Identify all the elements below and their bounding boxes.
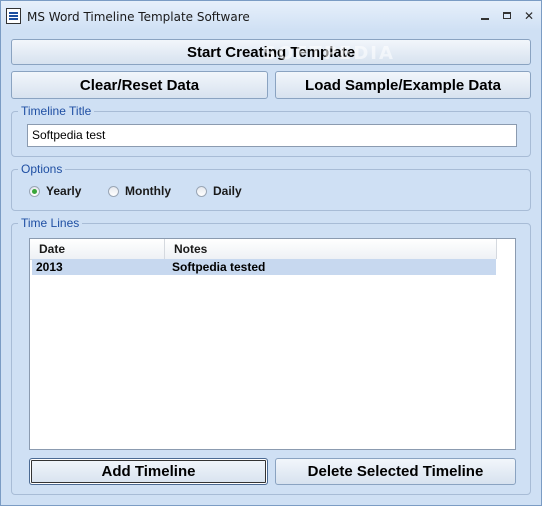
list-header: Date Notes [30,239,497,260]
radio-daily-circle[interactable] [196,185,207,197]
window-title: MS Word Timeline Template Software [27,10,250,24]
load-sample-button[interactable]: Load Sample/Example Data [275,71,531,99]
timeline-title-group: Timeline Title Softpedia test [11,104,531,157]
options-label: Options [18,162,66,176]
word-document-icon[interactable] [6,8,21,24]
radio-monthly-label: Monthly [125,184,171,198]
minimize-icon[interactable] [475,7,495,25]
app-window: MS Word Timeline Template Software ✕ Sta… [0,0,542,506]
delete-selected-timeline-button[interactable]: Delete Selected Timeline [275,458,516,485]
radio-monthly-circle[interactable] [108,185,119,197]
radio-yearly-circle[interactable] [29,185,40,197]
add-timeline-button[interactable]: Add Timeline [29,458,268,485]
timeline-list[interactable]: Date Notes 2013 Softpedia tested [29,238,516,450]
radio-monthly[interactable]: Monthly [108,184,171,198]
table-row[interactable]: 2013 Softpedia tested [32,259,496,275]
softpedia-watermark: SOFTPEDIA [263,43,395,64]
timeline-title-input[interactable]: Softpedia test [27,124,517,147]
close-icon[interactable]: ✕ [519,7,539,25]
time-lines-label: Time Lines [18,216,83,230]
title-bar[interactable]: MS Word Timeline Template Software ✕ [1,1,541,31]
radio-daily-label: Daily [213,184,242,198]
radio-yearly-label: Yearly [46,184,82,198]
time-lines-group: Time Lines Date Notes 2013 Softpedia tes… [11,216,531,495]
radio-daily[interactable]: Daily [196,184,242,198]
radio-yearly[interactable]: Yearly [29,184,81,198]
column-header-date[interactable]: Date [30,239,165,259]
row-date-cell: 2013 [36,260,63,274]
options-group: Options Yearly Monthly Daily [11,162,531,211]
column-header-notes[interactable]: Notes [165,239,497,259]
row-notes-cell: Softpedia tested [172,260,266,274]
timeline-title-label: Timeline Title [18,104,95,118]
clear-reset-button[interactable]: Clear/Reset Data [11,71,268,99]
maximize-icon[interactable] [497,7,517,25]
